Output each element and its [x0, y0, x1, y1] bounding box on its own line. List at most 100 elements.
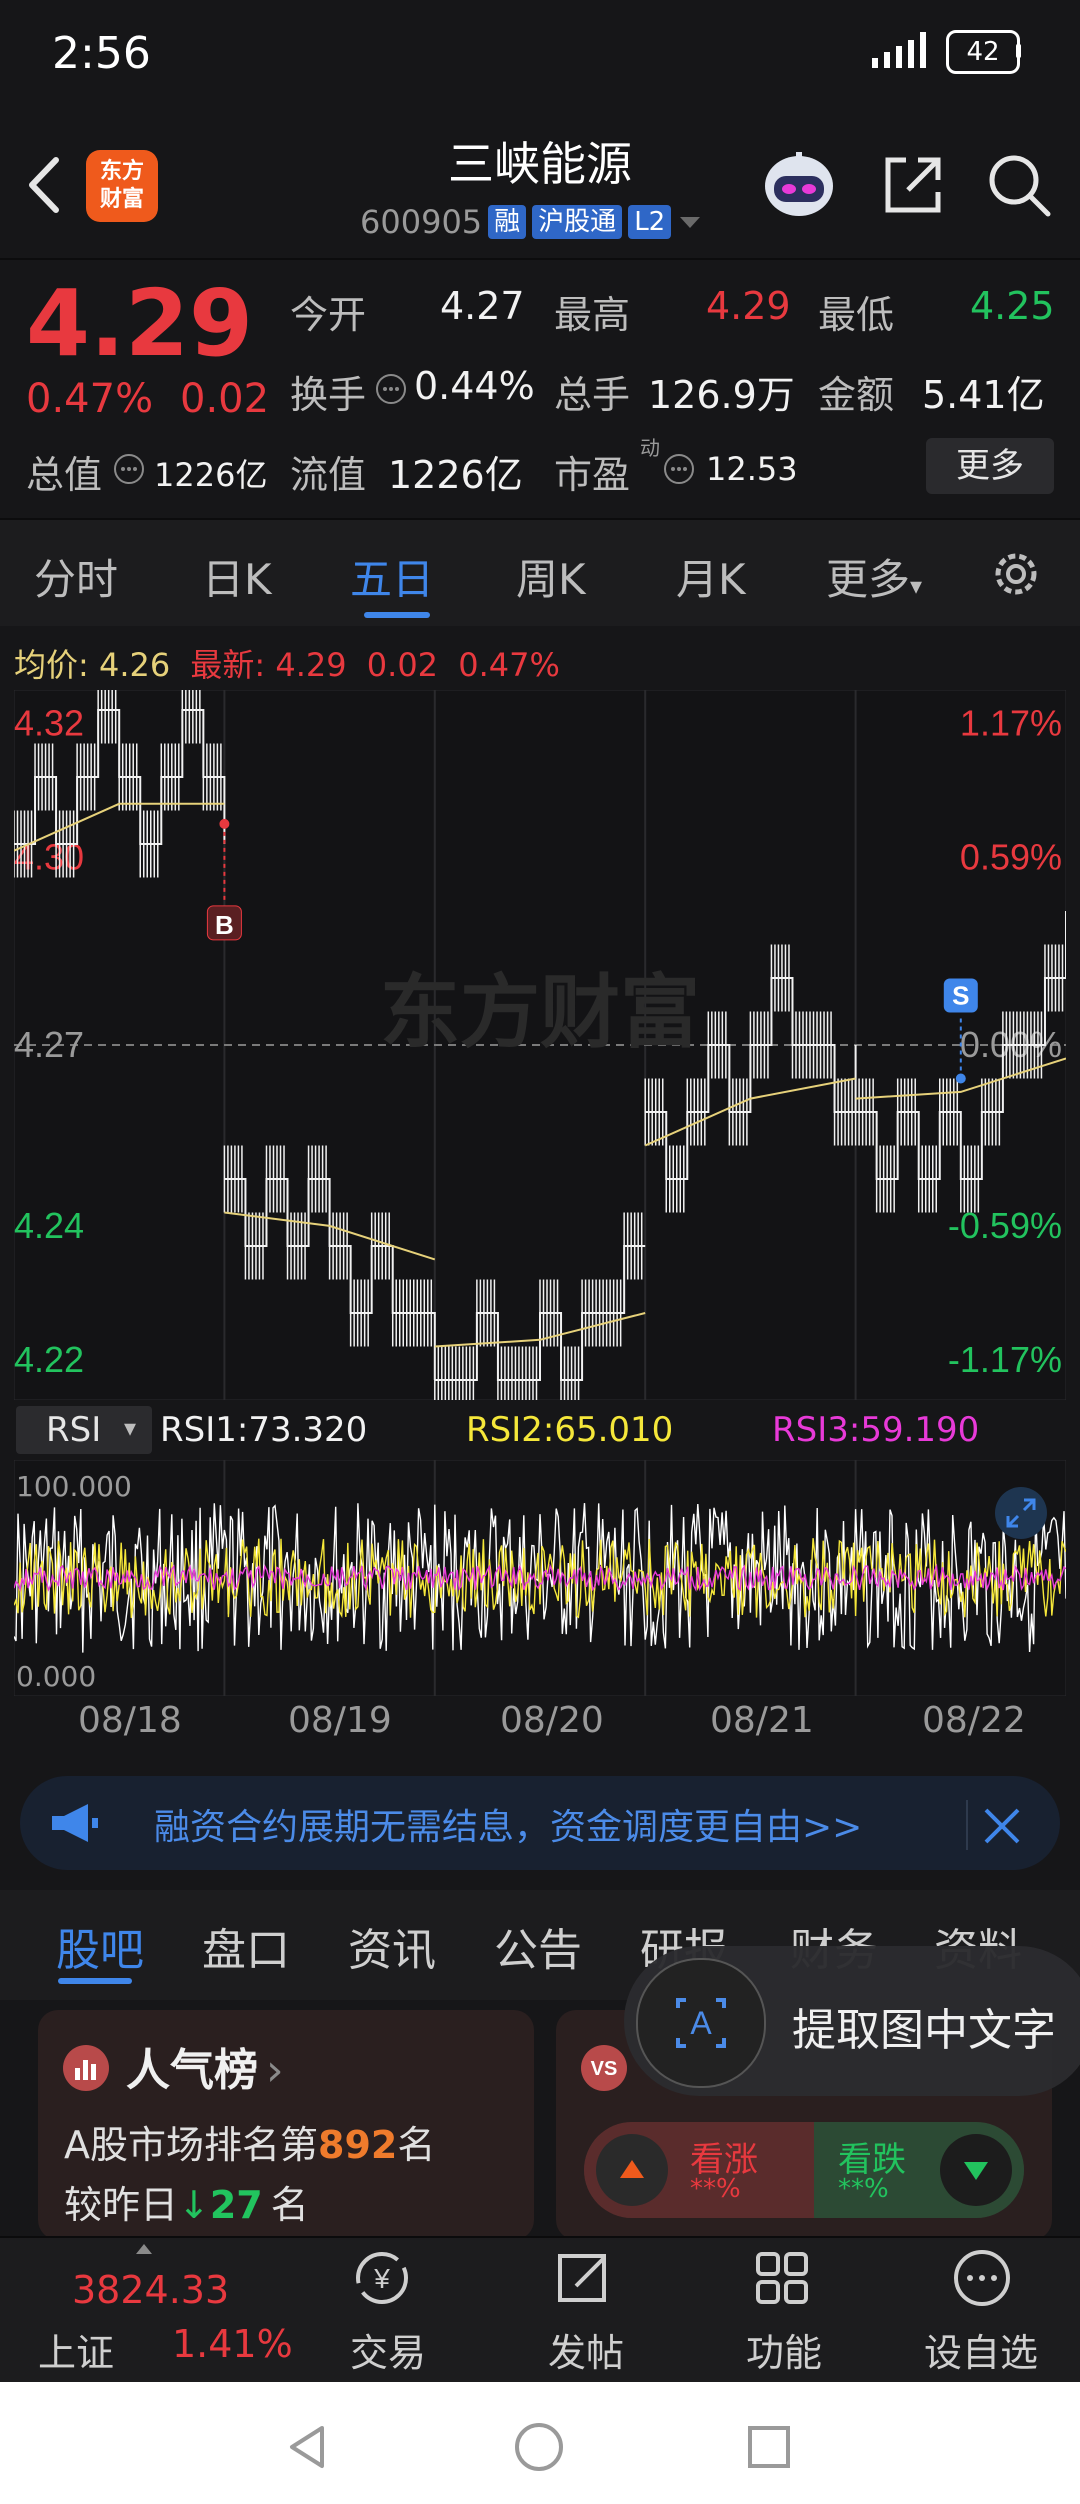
tab-intraday[interactable]: 分时 — [34, 546, 118, 607]
expand-icon[interactable] — [994, 1486, 1048, 1540]
vote-up-button[interactable] — [596, 2134, 668, 2206]
rank-change-prefix: 较昨日 — [64, 2183, 179, 2227]
date-tick: 08/21 — [710, 1700, 814, 1741]
rank-change-suffix: 名 — [270, 2183, 309, 2227]
share-icon[interactable] — [878, 150, 948, 220]
y-tick-right: 1.17% — [960, 702, 1062, 743]
date-tick: 08/19 — [288, 1700, 392, 1741]
stock-code-row[interactable]: 600905 融 沪股通 L2 — [360, 200, 703, 244]
more-dots-icon[interactable] — [950, 2246, 1014, 2310]
index-name[interactable]: 上证 — [38, 2322, 114, 2377]
popularity-title[interactable]: 人气榜 › — [126, 2034, 284, 2098]
index-value[interactable]: 3824.33 — [72, 2268, 229, 2312]
rank-line: A股市场排名第892名 — [64, 2114, 435, 2169]
trade-icon[interactable]: ¥ — [350, 2246, 414, 2310]
function-label[interactable]: 功能 — [746, 2322, 822, 2377]
five-day-price-chart[interactable]: 东方财富4.324.304.274.244.221.17%0.59%0.00%-… — [14, 690, 1066, 1400]
close-icon[interactable] — [978, 1802, 1026, 1850]
tab-monthly-k[interactable]: 月K — [676, 546, 746, 607]
y-tick-left: 4.24 — [14, 1205, 84, 1246]
signal-icon — [872, 32, 926, 68]
turnover-label: 换手 — [290, 373, 367, 417]
add-watchlist-label[interactable]: 设自选 — [924, 2322, 1038, 2377]
divider — [966, 1800, 968, 1850]
y-tick-left: 4.32 — [14, 702, 84, 743]
svg-text:A: A — [690, 2005, 712, 2041]
system-nav-bar — [0, 2382, 1080, 2504]
chevron-right-icon: › — [266, 2045, 284, 2096]
stock-name: 三峡能源 — [448, 137, 632, 191]
tab-more-label: 更多 — [826, 555, 911, 604]
info-icon[interactable] — [374, 372, 408, 406]
triangle-down-icon — [964, 2162, 988, 2180]
info-icon[interactable] — [662, 452, 696, 486]
post-icon[interactable] — [552, 2246, 616, 2310]
info-icon[interactable] — [112, 452, 146, 486]
function-grid-icon[interactable] — [750, 2246, 814, 2310]
y-tick-right: 0.59% — [960, 836, 1062, 877]
date-tick: 08/18 — [78, 1700, 182, 1741]
rsi3-value: RSI3:59.190 — [772, 1410, 980, 1450]
vote-up-value: **% — [690, 2174, 741, 2204]
float-label: 流值 — [290, 453, 367, 497]
pe-label: 市盈 — [554, 453, 631, 497]
vote-down-button[interactable] — [940, 2134, 1012, 2206]
vs-icon: VS — [581, 2045, 627, 2091]
app-logo: 东方 财富 — [86, 150, 158, 222]
tab-forum[interactable]: 股吧 — [56, 1914, 144, 1978]
rsi-indicator-chart[interactable] — [14, 1460, 1066, 1696]
assistant-robot-icon[interactable] — [760, 150, 838, 222]
tab-five-day[interactable]: 五日 — [350, 546, 434, 607]
buy-marker-dot — [219, 818, 230, 829]
date-tick: 08/20 — [500, 1700, 604, 1741]
rsi-header: RSI ▾ RSI1:73.320 RSI2:65.010 RSI3:59.19… — [14, 1406, 1066, 1454]
nav-recents-icon[interactable] — [744, 2422, 794, 2472]
avg-label: 均价: — [14, 646, 89, 684]
tab-daily-k[interactable]: 日K — [202, 546, 272, 607]
ocr-button[interactable]: A — [636, 1958, 766, 2088]
vote-bar: 看涨 **% 看跌 **% — [584, 2122, 1024, 2218]
mktcap-value: 1226亿 — [154, 456, 268, 494]
rsi1-value: RSI1:73.320 — [160, 1410, 368, 1450]
battery-tip — [1016, 44, 1021, 58]
pe-value: 12.53 — [706, 450, 798, 488]
date-axis: 08/18 08/19 08/20 08/21 08/22 — [14, 1700, 1066, 1752]
amount-label: 金额 — [818, 373, 895, 417]
tab-news[interactable]: 资讯 — [348, 1914, 436, 1978]
post-label[interactable]: 发帖 — [548, 2322, 624, 2377]
y-tick-left: 4.27 — [14, 1024, 84, 1065]
date-tick: 08/22 — [922, 1700, 1026, 1741]
search-icon[interactable] — [984, 150, 1054, 220]
tab-weekly-k[interactable]: 周K — [516, 546, 586, 607]
promo-banner-text[interactable]: 融资合约展期无需结息，资金调度更自由>> — [154, 1798, 862, 1850]
more-button[interactable]: 更多 — [926, 438, 1054, 494]
tab-more[interactable]: 更多▾ — [826, 546, 922, 607]
tab-order-book[interactable]: 盘口 — [202, 1914, 290, 1978]
watermark: 东方财富 — [380, 968, 700, 1057]
tag-margin: 融 — [488, 205, 527, 239]
index-change-pct[interactable]: 1.41% — [172, 2322, 293, 2366]
caret-down-icon: ▾ — [910, 572, 923, 600]
high-value: 4.29 — [706, 284, 791, 328]
svg-text:VS: VS — [591, 2058, 618, 2080]
back-arrow-icon[interactable] — [20, 150, 70, 220]
high-label: 最高 — [554, 293, 631, 337]
latest-value: 4.29 — [275, 646, 347, 684]
active-tab-indicator — [58, 1978, 132, 1984]
mktcap-label: 总值 — [26, 453, 103, 497]
triangle-up-icon — [620, 2160, 644, 2178]
tab-announcements[interactable]: 公告 — [494, 1914, 582, 1978]
open-value: 4.27 — [440, 284, 525, 328]
rsi-selector[interactable]: RSI ▾ — [16, 1406, 152, 1454]
ocr-popup-text[interactable]: 提取图中文字 — [792, 1994, 1056, 2058]
svg-text:¥: ¥ — [373, 2263, 390, 2294]
nav-home-icon[interactable] — [512, 2420, 566, 2474]
rank-change-value: 27 — [209, 2183, 263, 2227]
change-percent: 0.47% — [26, 376, 154, 422]
low-label: 最低 — [818, 293, 895, 337]
pe-superscript: 动 — [640, 436, 660, 460]
trade-label[interactable]: 交易 — [350, 2322, 426, 2377]
nav-back-icon[interactable] — [282, 2422, 332, 2472]
sell-marker-label: S — [952, 981, 969, 1011]
gear-icon[interactable] — [988, 546, 1044, 602]
